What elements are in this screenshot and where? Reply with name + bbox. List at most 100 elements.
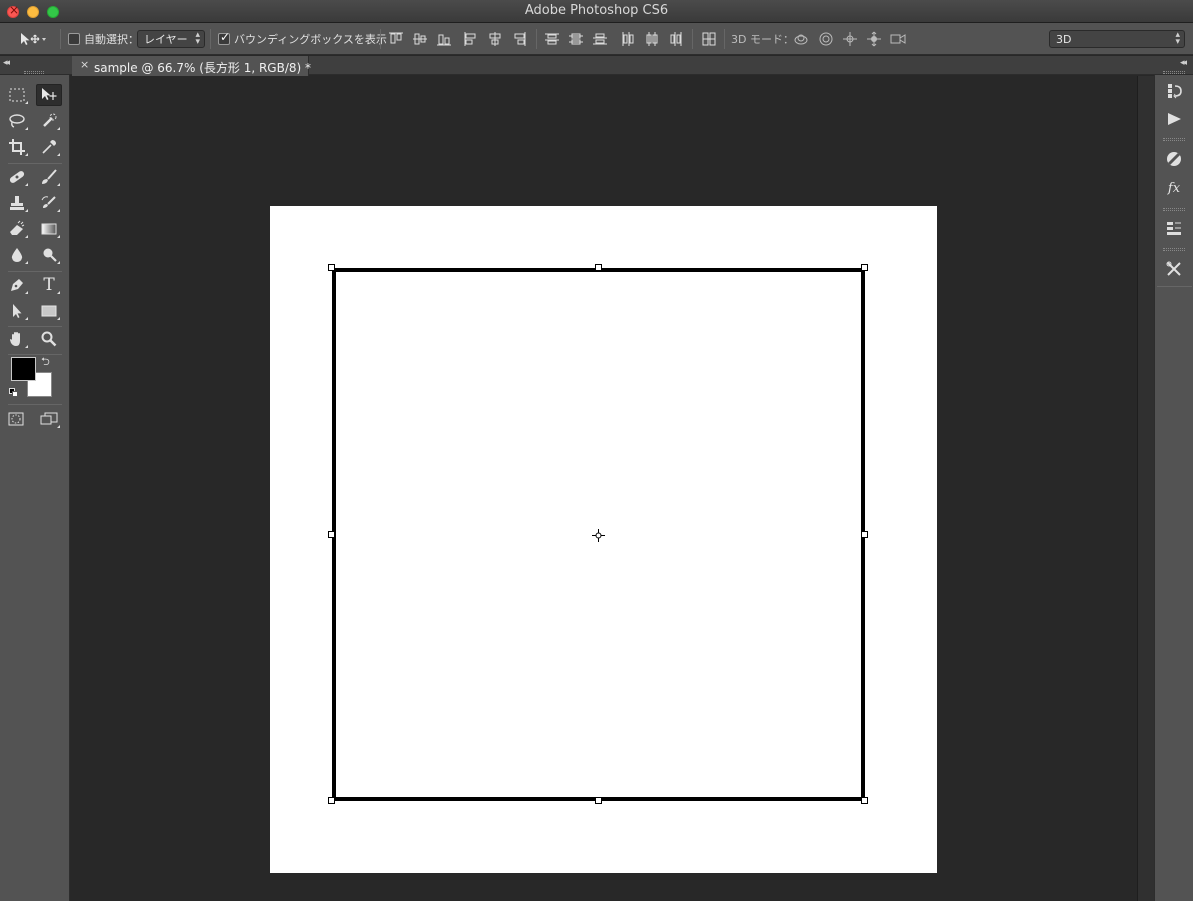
- type-tool[interactable]: T: [36, 274, 62, 296]
- move-icon: [42, 88, 57, 100]
- auto-select-target-dropdown[interactable]: レイヤー ▴ ▾: [137, 30, 205, 48]
- align-bottom-edges-icon[interactable]: [435, 30, 453, 48]
- align-top-edges-icon[interactable]: [387, 30, 405, 48]
- history-icon: [1168, 84, 1182, 99]
- dodge-tool[interactable]: [36, 244, 62, 266]
- rectangle-tool[interactable]: [36, 300, 62, 322]
- close-tab-icon[interactable]: ×: [80, 58, 89, 71]
- tool-presets-panel-button[interactable]: [1163, 258, 1185, 280]
- canvas-area[interactable]: [71, 76, 1137, 901]
- collapse-tools-icon[interactable]: ◂◂: [3, 58, 10, 68]
- rotate-3d-icon[interactable]: [792, 30, 810, 48]
- document-tab-label: sample @ 66.7% (長方形 1, RGB/8) *: [94, 61, 311, 75]
- distribute-top-icon[interactable]: [543, 30, 561, 48]
- gradient-icon: [41, 223, 57, 235]
- screen-mode-button[interactable]: [36, 408, 62, 430]
- actions-panel-button[interactable]: [1163, 108, 1185, 130]
- history-brush-tool[interactable]: [36, 192, 62, 214]
- transform-handle-top-left[interactable]: [328, 264, 335, 271]
- options-separator: [380, 29, 381, 49]
- eraser-icon: [10, 220, 25, 235]
- transform-handle-right[interactable]: [861, 531, 868, 538]
- align-right-edges-icon[interactable]: [510, 30, 528, 48]
- auto-select-target-dropdown-wrap: レイヤー ▴ ▾: [137, 23, 205, 55]
- show-bounding-box-checkbox[interactable]: [218, 30, 230, 45]
- auto-select-checkbox[interactable]: [68, 33, 80, 45]
- move-tool[interactable]: [36, 84, 62, 106]
- rectangular-marquee-tool[interactable]: [4, 84, 30, 106]
- adjustments-panel-button[interactable]: [1163, 148, 1185, 170]
- blur-tool[interactable]: [4, 244, 30, 266]
- mode-3d-group: 3D モード：: [731, 23, 794, 55]
- tools-separator: [8, 163, 62, 164]
- distribute-left-icon[interactable]: [619, 30, 637, 48]
- pen-tool[interactable]: [4, 274, 30, 296]
- options-separator: [692, 29, 693, 49]
- vertical-scrollbar[interactable]: [1137, 76, 1154, 901]
- align-horizontal-centers-icon[interactable]: [486, 30, 504, 48]
- tool-preset-picker[interactable]: [18, 23, 46, 55]
- spot-healing-tool[interactable]: [4, 166, 30, 188]
- dodge-icon: [43, 248, 57, 262]
- window-title: Adobe Photoshop CS6: [524, 3, 669, 18]
- tools-panel-grip[interactable]: [24, 71, 44, 74]
- quick-selection-tool[interactable]: [36, 110, 62, 132]
- workspace-dropdown[interactable]: 3D ▴ ▾: [1049, 30, 1185, 48]
- history-brush-icon: [41, 196, 56, 208]
- dock-grip[interactable]: [1163, 138, 1185, 141]
- slide-3d-icon[interactable]: [865, 30, 883, 48]
- foreground-color-swatch[interactable]: [11, 357, 36, 381]
- camera-3d-icon[interactable]: [889, 30, 907, 48]
- dock-grip[interactable]: [1163, 248, 1185, 251]
- align-vertical-centers-icon[interactable]: [411, 30, 429, 48]
- fx-icon: fx: [1167, 180, 1181, 196]
- distribute-bottom-icon[interactable]: [591, 30, 609, 48]
- reference-point-icon[interactable]: [592, 529, 605, 542]
- roll-3d-icon[interactable]: [817, 30, 835, 48]
- transform-handle-bottom-left[interactable]: [328, 797, 335, 804]
- brush-tool[interactable]: [36, 166, 62, 188]
- styles-panel-button[interactable]: fx: [1163, 177, 1185, 199]
- layers-icon: [1167, 222, 1181, 235]
- default-colors-icon[interactable]: [9, 388, 19, 398]
- transform-handle-top[interactable]: [595, 264, 602, 271]
- distribute-vertical-centers-icon[interactable]: [567, 30, 585, 48]
- distribute-horizontal-centers-icon[interactable]: [643, 30, 661, 48]
- auto-align-layers-icon[interactable]: [700, 30, 718, 48]
- options-separator: [210, 29, 211, 49]
- path-selection-tool[interactable]: [4, 300, 30, 322]
- transform-handle-left[interactable]: [328, 531, 335, 538]
- gradient-tool[interactable]: [36, 218, 62, 240]
- document-tab[interactable]: × sample @ 66.7% (長方形 1, RGB/8) *: [72, 56, 311, 76]
- eraser-tool[interactable]: [4, 218, 30, 240]
- options-bar: 自動選択： レイヤー ▴▾ バウンディングボックスを表示: [0, 23, 1193, 55]
- layers-panel-button[interactable]: [1163, 217, 1185, 239]
- drag-3d-icon[interactable]: [841, 30, 859, 48]
- history-panel-button[interactable]: [1163, 80, 1185, 102]
- clone-stamp-tool[interactable]: [4, 192, 30, 214]
- dock-grip[interactable]: [1163, 71, 1185, 74]
- transform-handle-bottom-right[interactable]: [861, 797, 868, 804]
- zoom-tool[interactable]: [36, 328, 62, 350]
- pen-icon: [11, 279, 23, 291]
- transform-handle-top-right[interactable]: [861, 264, 868, 271]
- distribute-right-icon[interactable]: [667, 30, 685, 48]
- tools-panel: T ⮌: [0, 71, 70, 901]
- transform-handle-bottom[interactable]: [595, 797, 602, 804]
- collapse-dock-icon[interactable]: ◂◂: [1180, 58, 1187, 68]
- quick-mask-button[interactable]: [3, 408, 29, 430]
- swap-colors-icon[interactable]: ⮌: [41, 353, 50, 372]
- document-canvas[interactable]: [270, 206, 937, 873]
- auto-select-target-value: レイヤー: [144, 33, 188, 46]
- chevron-updown-icon: ▴ ▾: [195, 30, 200, 47]
- lasso-tool[interactable]: [4, 110, 30, 132]
- collapsed-panel-dock: fx: [1154, 71, 1193, 901]
- dock-grip[interactable]: [1163, 208, 1185, 211]
- eyedropper-tool[interactable]: [36, 136, 62, 158]
- crop-tool[interactable]: [4, 136, 30, 158]
- adjustment-icon: [1167, 152, 1181, 166]
- hand-tool[interactable]: [4, 328, 30, 350]
- brush-icon: [42, 169, 57, 184]
- play-icon: [1168, 113, 1181, 125]
- align-left-edges-icon[interactable]: [462, 30, 480, 48]
